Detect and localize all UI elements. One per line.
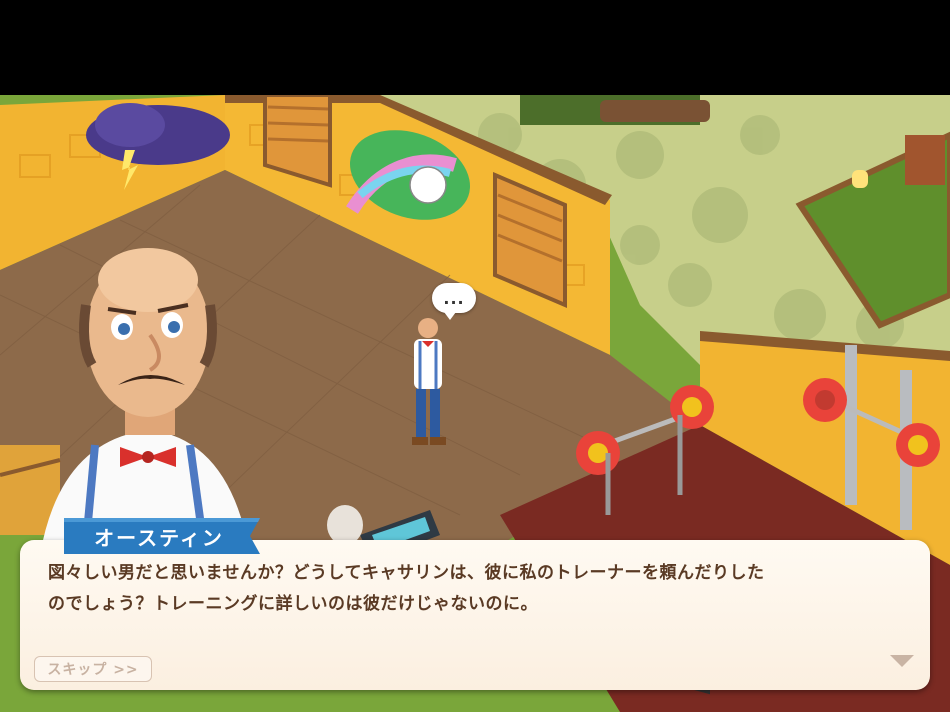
thought-bubble-text: ... xyxy=(443,288,465,308)
speaker-name: オースティン xyxy=(94,525,224,550)
garden-lamp xyxy=(852,170,868,188)
fin-decoration xyxy=(327,505,363,545)
dialog-line-2: のでしょう？トレーニングに詳しいのは彼だけじゃないのに。 xyxy=(48,594,538,614)
dialog-box[interactable]: 図々しい男だと思いませんか？どうしてキャサリンは、彼に私のトレーナーを頼んだりし… xyxy=(20,540,930,690)
dialog-text: 図々しい男だと思いませんか？どうしてキャサリンは、彼に私のトレーナーを頼んだりし… xyxy=(48,558,908,620)
thought-bubble: ... xyxy=(432,283,476,320)
dialog-line-1: 図々しい男だと思いませんか？どうしてキャサリンは、彼に私のトレーナーを頼んだりし… xyxy=(48,563,765,583)
skip-button[interactable]: スキップ >> xyxy=(34,656,152,682)
speaker-nameplate: オースティン xyxy=(64,516,268,556)
next-arrow-icon[interactable] xyxy=(890,655,914,667)
letterbox-top xyxy=(0,0,950,95)
garden-chair xyxy=(905,135,945,185)
log-bench xyxy=(600,100,710,122)
